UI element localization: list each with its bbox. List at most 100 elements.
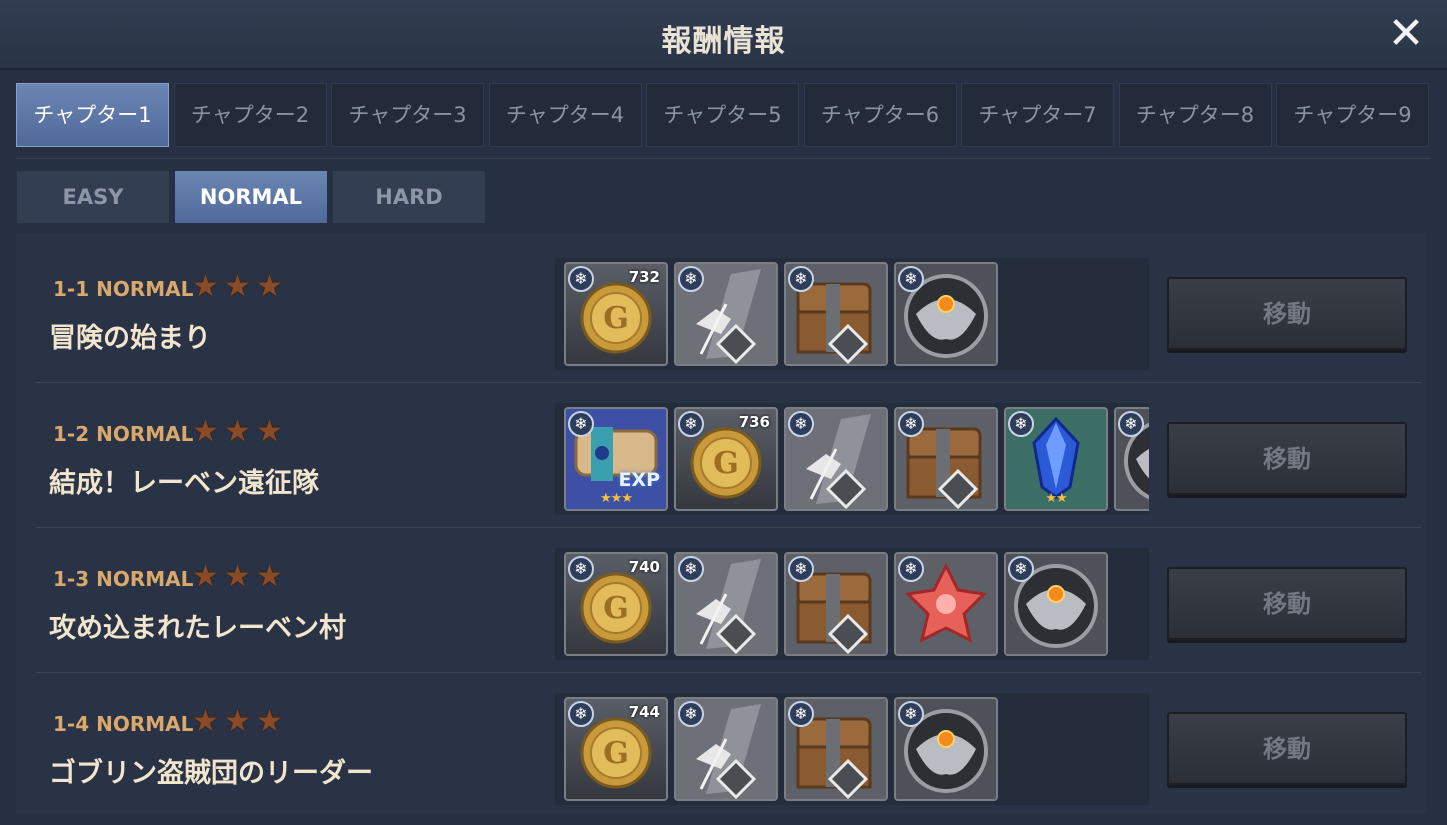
title-bar: 報酬情報 ✕	[0, 0, 1447, 70]
star-icon: ★	[224, 559, 251, 594]
stage-row: 1-2 NORMAL ★ ★ ★ 結成！レーベン遠征隊 ❄ EXP ★★★ G ❄ 736 ❄ ❄ ❄ ★★…	[16, 383, 1427, 528]
stage-name: 攻め込まれたレーベン村	[49, 613, 346, 644]
star-icon: ★	[192, 414, 219, 449]
star-icon: ★	[192, 559, 219, 594]
move-button[interactable]: 移動	[1167, 712, 1407, 785]
stage-name: ゴブリン盗賊団のリーダー	[49, 758, 373, 789]
snowflake-icon: ❄	[898, 701, 924, 727]
snowflake-icon: ❄	[678, 701, 704, 727]
snowflake-icon: ❄	[788, 556, 814, 582]
star-icon: ★	[224, 704, 251, 739]
reward-item[interactable]: G ❄ 740	[564, 552, 668, 656]
snowflake-icon: ❄	[1008, 411, 1034, 437]
tab-chapter-5[interactable]: チャプター5	[646, 83, 799, 147]
svg-text:G: G	[603, 301, 629, 336]
reward-item[interactable]: ❄	[674, 552, 778, 656]
reward-item[interactable]: ❄	[894, 407, 998, 511]
snowflake-icon: ❄	[568, 266, 594, 292]
grade-stars: ★★★	[600, 491, 633, 506]
star-icon: ★	[256, 414, 283, 449]
reward-item[interactable]: G ❄ 744	[564, 697, 668, 801]
snowflake-icon: ❄	[898, 411, 924, 437]
stage-row: 1-3 NORMAL ★ ★ ★ 攻め込まれたレーベン村 G ❄ 740 ❄ ❄ ❄ ❄ 移動	[16, 528, 1427, 673]
snowflake-icon: ❄	[678, 411, 704, 437]
tab-difficulty-normal[interactable]: NORMAL	[175, 171, 327, 223]
snowflake-icon: ❄	[568, 411, 594, 437]
tab-chapter-6[interactable]: チャプター6	[803, 83, 957, 147]
reward-item[interactable]: G ❄ 736	[674, 407, 778, 511]
stage-code: 1-1 NORMAL	[53, 277, 194, 301]
reward-item[interactable]: G ❄ 732	[564, 262, 668, 366]
stage-stars: ★ ★ ★	[192, 707, 288, 737]
star-icon: ★	[192, 704, 219, 739]
stage-stars: ★ ★ ★	[192, 562, 288, 592]
reward-item[interactable]: ❄	[674, 262, 778, 366]
snowflake-icon: ❄	[568, 701, 594, 727]
reward-item[interactable]: ❄	[784, 697, 888, 801]
snowflake-icon: ❄	[788, 701, 814, 727]
reward-item[interactable]: ❄ EXP ★★★	[564, 407, 668, 511]
reward-quantity: 732	[628, 268, 660, 286]
snowflake-icon: ❄	[678, 556, 704, 582]
reward-item[interactable]: ❄	[784, 262, 888, 366]
snowflake-icon: ❄	[1008, 556, 1034, 582]
snowflake-icon: ❄	[568, 556, 594, 582]
stage-code: 1-3 NORMAL	[53, 567, 194, 591]
stage-stars: ★ ★ ★	[192, 272, 288, 302]
move-button[interactable]: 移動	[1167, 422, 1407, 495]
reward-item[interactable]: ❄	[894, 552, 998, 656]
reward-item[interactable]: ❄	[894, 262, 998, 366]
snowflake-icon: ❄	[788, 266, 814, 292]
reward-quantity: 740	[628, 558, 660, 576]
stage-name: 冒険の始まり	[49, 323, 211, 354]
stage-code: 1-4 NORMAL	[53, 712, 194, 736]
star-icon: ★	[192, 269, 219, 304]
close-icon: ✕	[1387, 8, 1425, 59]
tab-chapter-9[interactable]: チャプター9	[1276, 83, 1429, 147]
reward-list: G ❄ 732 ❄ ❄ ❄	[555, 258, 1149, 370]
stage-code: 1-2 NORMAL	[53, 422, 194, 446]
snowflake-icon: ❄	[678, 266, 704, 292]
reward-item[interactable]: ❄	[674, 697, 778, 801]
star-icon: ★	[224, 414, 251, 449]
reward-item[interactable]: ❄ ★★	[1004, 407, 1108, 511]
reward-quantity: 744	[628, 703, 660, 721]
reward-item[interactable]: ❄	[1114, 407, 1149, 511]
stage-name: 結成！レーベン遠征隊	[49, 468, 319, 499]
window-title: 報酬情報	[661, 24, 786, 59]
reward-item[interactable]: ❄	[894, 697, 998, 801]
tab-difficulty-hard[interactable]: HARD	[333, 171, 485, 223]
reward-item[interactable]: ❄	[784, 552, 888, 656]
reward-label: EXP	[618, 469, 660, 491]
stage-row: 1-4 NORMAL ★ ★ ★ ゴブリン盗賊団のリーダー G ❄ 744 ❄ ❄ ❄ 移動	[16, 673, 1427, 818]
move-button[interactable]: 移動	[1167, 567, 1407, 640]
svg-text:G: G	[713, 446, 739, 481]
stage-stars: ★ ★ ★	[192, 417, 288, 447]
snowflake-icon: ❄	[1118, 411, 1144, 437]
tab-chapter-8[interactable]: チャプター8	[1118, 83, 1272, 147]
reward-item[interactable]: ❄	[784, 407, 888, 511]
star-icon: ★	[256, 704, 283, 739]
tab-chapter-3[interactable]: チャプター3	[331, 83, 484, 147]
close-button[interactable]: ✕	[1382, 10, 1430, 58]
star-icon: ★	[224, 269, 251, 304]
snowflake-icon: ❄	[788, 411, 814, 437]
divider	[16, 158, 1430, 159]
star-icon: ★	[256, 559, 283, 594]
star-icon: ★	[256, 269, 283, 304]
tab-chapter-4[interactable]: チャプター4	[488, 83, 642, 147]
grade-stars: ★★	[1045, 491, 1067, 506]
tab-difficulty-easy[interactable]: EASY	[17, 171, 169, 223]
tab-chapter-7[interactable]: チャプター7	[961, 83, 1114, 147]
tab-chapter-1[interactable]: チャプター1	[16, 83, 169, 147]
move-button[interactable]: 移動	[1167, 277, 1407, 350]
reward-list: G ❄ 744 ❄ ❄ ❄	[555, 693, 1149, 805]
snowflake-icon: ❄	[898, 266, 924, 292]
stage-row: 1-1 NORMAL ★ ★ ★ 冒険の始まり G ❄ 732 ❄ ❄ ❄ 移動	[16, 238, 1427, 383]
snowflake-icon: ❄	[898, 556, 924, 582]
reward-list: G ❄ 740 ❄ ❄ ❄ ❄	[555, 548, 1149, 660]
reward-list: ❄ EXP ★★★ G ❄ 736 ❄ ❄ ❄ ★★ ❄	[555, 403, 1149, 515]
reward-item[interactable]: ❄	[1004, 552, 1108, 656]
reward-quantity: 736	[738, 413, 770, 431]
tab-chapter-2[interactable]: チャプター2	[173, 83, 327, 147]
